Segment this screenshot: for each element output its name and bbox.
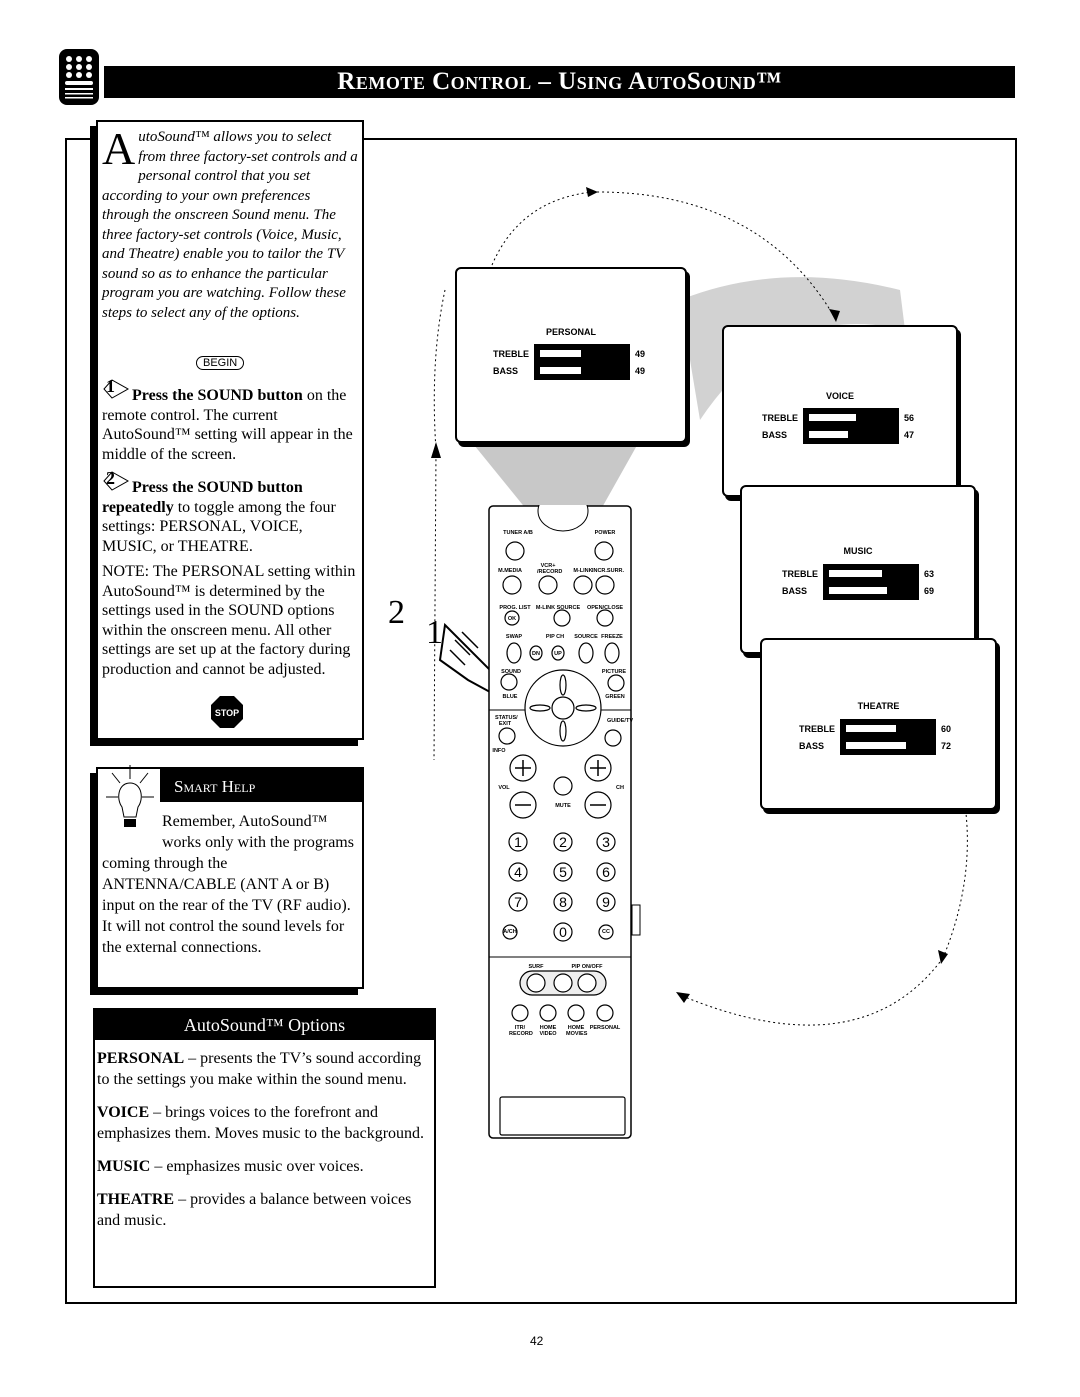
- option-music: MUSIC – emphasizes music over voices.: [97, 1158, 364, 1175]
- drop-cap: A: [102, 123, 136, 174]
- step-number-badge: 2: [102, 468, 132, 492]
- sound-button: [500, 673, 518, 691]
- callout-step-1: 1: [426, 614, 443, 651]
- option-theatre: THEATRE – provides a balance between voi…: [97, 1191, 412, 1229]
- smart-help-title: Smart Help: [160, 769, 362, 802]
- instructions-box: AutoSound™ allows you to select from thr…: [96, 120, 364, 740]
- tv-screen-music: MUSIC TREBLE 63 BASS 69: [740, 485, 976, 654]
- cycle-arrow-top: [491, 191, 593, 266]
- svg-text:STOP: STOP: [215, 708, 239, 718]
- callout-step-2: 2: [388, 594, 405, 631]
- remote-body: [488, 505, 641, 1139]
- tuner-button: [505, 541, 525, 561]
- option-voice: VOICE – brings voices to the forefront a…: [97, 1104, 425, 1142]
- tv-screen-voice: VOICE TREBLE 56 BASS 47: [722, 325, 958, 497]
- option-personal: PERSONAL – presents the TV’s sound accor…: [97, 1050, 422, 1088]
- bass-level-bar: [803, 425, 899, 444]
- note-text: NOTE: The PERSONAL setting within AutoSo…: [102, 563, 356, 678]
- page-number: 42: [530, 1334, 544, 1348]
- cycle-arrow-right: [942, 804, 968, 959]
- options-title: AutoSound™ Options: [95, 1010, 434, 1040]
- begin-label: BEGIN: [196, 356, 245, 370]
- treble-level-bar: [803, 408, 899, 427]
- bass-level-bar: [534, 361, 630, 380]
- remote-control: TUNER A/B POWER M.MEDIA VCR+ /RECORD M-L…: [488, 505, 641, 1140]
- bass-level-bar: [823, 581, 919, 600]
- arrowhead: [676, 992, 690, 1003]
- bass-level-bar: [840, 736, 936, 755]
- step-number-badge: 1: [102, 376, 132, 400]
- tv-screen-personal: PERSONAL TREBLE 49 BASS 49: [455, 267, 687, 443]
- treble-level-bar: [823, 564, 919, 583]
- arrowhead: [431, 442, 441, 458]
- stop-sign-icon: STOP: [211, 696, 243, 728]
- autosound-options-box: AutoSound™ Options PERSONAL – presents t…: [93, 1008, 436, 1288]
- intro-text: utoSound™ allows you to select from thre…: [102, 129, 358, 321]
- arrowhead: [586, 187, 598, 197]
- step-1: 1 Press the SOUND button on the remote co…: [102, 376, 353, 463]
- power-button: [594, 541, 614, 561]
- treble-level-bar: [840, 719, 936, 738]
- tv-screen-theatre: THEATRE TREBLE 60 BASS 72: [760, 638, 997, 810]
- cycle-arrow-left: [433, 289, 446, 761]
- treble-level-bar: [534, 344, 630, 363]
- step-2: 2 Press the SOUND button repeatedly to to…: [102, 468, 336, 555]
- smart-help-box: Smart Help Remember, AutoSound™ works on…: [96, 765, 364, 989]
- mute-button: [553, 776, 573, 796]
